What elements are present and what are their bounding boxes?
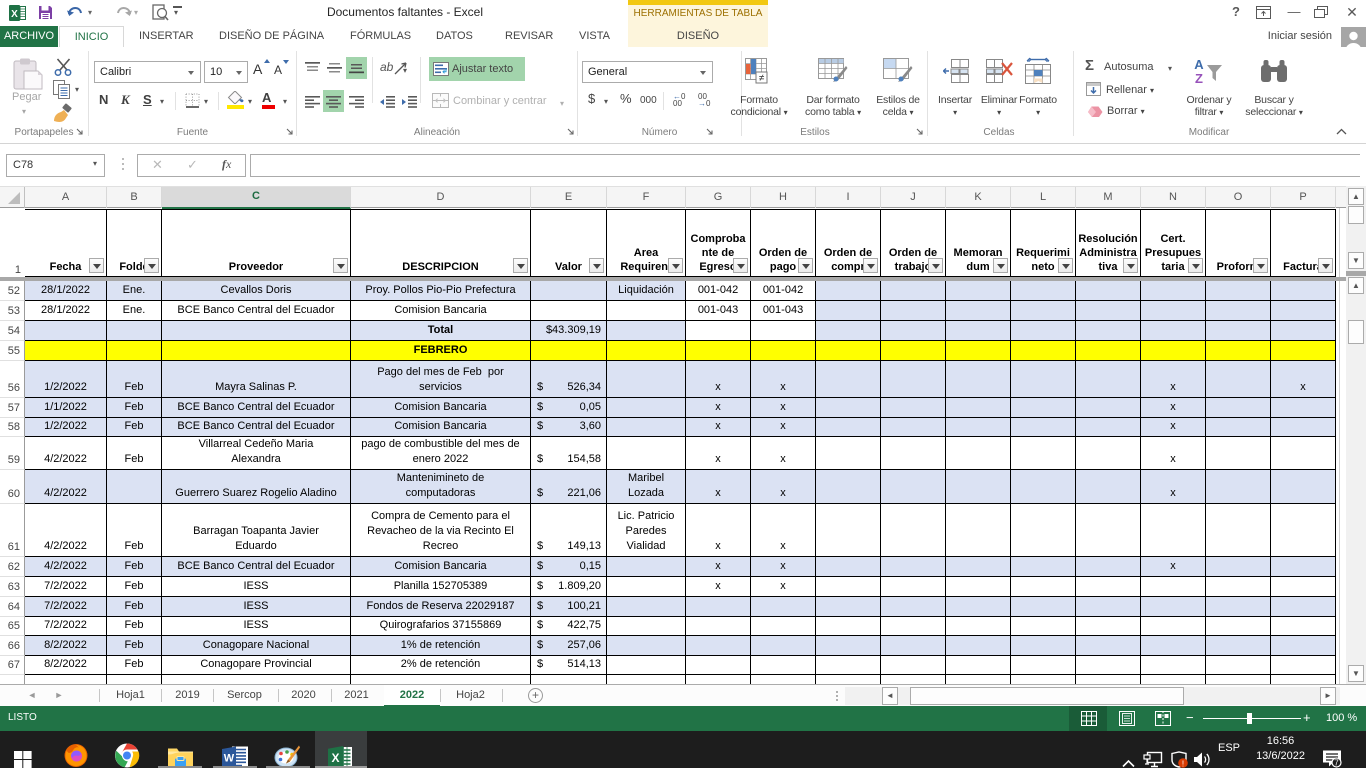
svg-text:X: X <box>331 751 339 765</box>
svg-text:≠: ≠ <box>759 73 765 84</box>
svg-text:X: X <box>11 9 18 20</box>
svg-text:7: 7 <box>1334 759 1339 768</box>
svg-text:A: A <box>1194 57 1204 72</box>
svg-text:!: ! <box>1182 759 1184 768</box>
svg-text:Z: Z <box>1195 71 1203 85</box>
svg-text:W: W <box>224 753 235 765</box>
